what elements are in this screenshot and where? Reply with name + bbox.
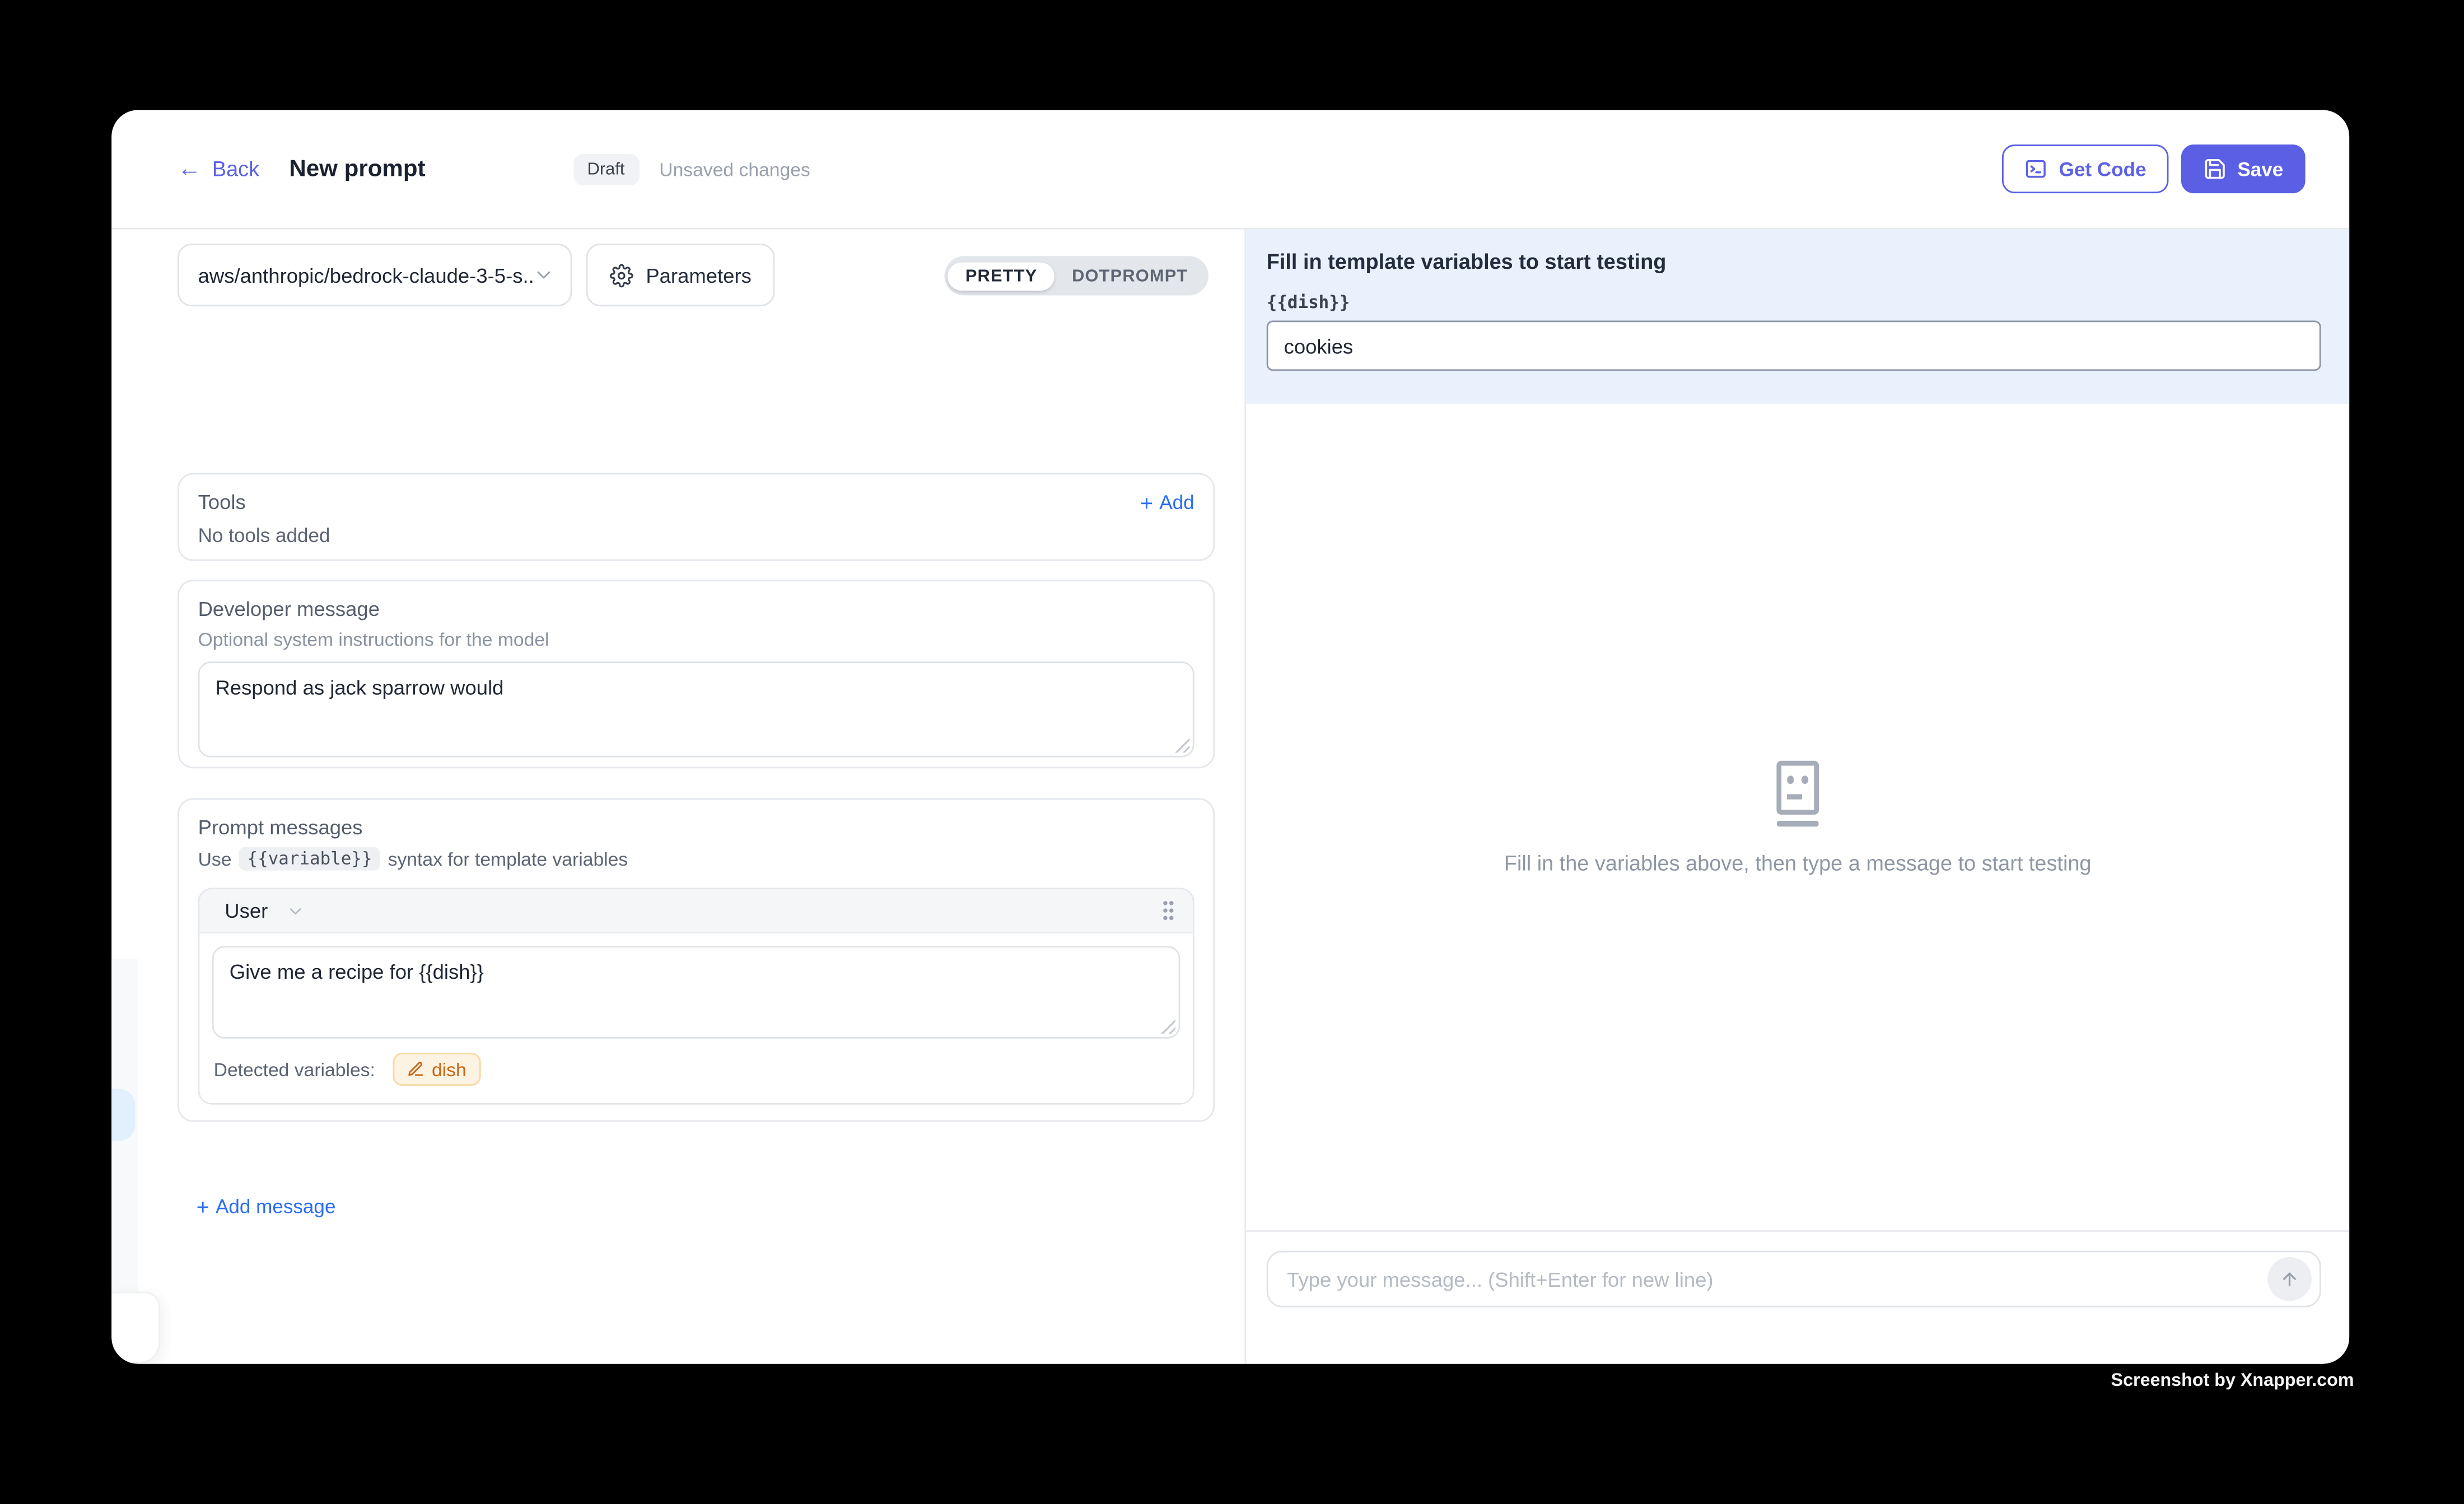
tools-title: Tools (198, 491, 246, 514)
back-arrow-icon: ← (178, 157, 201, 181)
message-header: User (199, 889, 1192, 933)
role-value: User (225, 899, 268, 922)
add-tool-button[interactable]: + Add (1140, 491, 1194, 513)
hint-suffix: syntax for template variables (388, 848, 628, 870)
model-row: aws/anthropic/bedrock-claude-3-5-s... Pa… (178, 244, 775, 306)
chevron-down-icon (533, 264, 554, 286)
developer-message-title: Developer message (198, 597, 1194, 620)
model-selector[interactable]: aws/anthropic/bedrock-claude-3-5-s... (178, 244, 572, 306)
chat-divider (1246, 1230, 2349, 1232)
prompt-editor-panel: aws/anthropic/bedrock-claude-3-5-s... Pa… (111, 230, 1246, 1364)
chevron-down-icon (287, 901, 306, 920)
parameters-button[interactable]: Parameters (586, 244, 775, 306)
message-textarea[interactable]: Give me a recipe for {{dish}} (212, 946, 1180, 1039)
pencil-icon (407, 1061, 424, 1078)
empty-state: Fill in the variables above, then type a… (1246, 756, 2349, 875)
back-label: Back (212, 157, 259, 181)
send-button[interactable] (2267, 1257, 2312, 1301)
toggle-pretty[interactable]: PRETTY (948, 261, 1054, 290)
save-icon (2203, 157, 2227, 181)
message-field-wrap: Give me a recipe for {{dish}} (212, 946, 1180, 1039)
corner-panel-fragment (111, 1292, 160, 1364)
resize-grip-icon[interactable] (1161, 1020, 1175, 1034)
parameters-label: Parameters (646, 263, 752, 287)
terminal-icon (2024, 157, 2048, 181)
add-message-label: Add message (216, 1195, 335, 1217)
developer-message-subtitle: Optional system instructions for the mod… (198, 628, 1194, 650)
model-selector-value: aws/anthropic/bedrock-claude-3-5-s... (198, 263, 533, 287)
tester-title: Fill in template variables to start test… (1267, 250, 2321, 273)
status-badge: Draft (573, 153, 638, 185)
template-variables-panel: Fill in template variables to start test… (1246, 230, 2349, 404)
chat-input-row (1267, 1251, 2321, 1307)
watermark-text: Screenshot by Xnapper.com (2111, 1372, 2354, 1391)
tools-card: Tools + Add No tools added (178, 473, 1215, 561)
prompt-messages-title: Prompt messages (198, 815, 1194, 839)
drag-handle-icon[interactable] (1160, 899, 1177, 922)
view-mode-toggle: PRETTY DOTPROMPT (945, 256, 1208, 295)
sidebar-highlight-fragment (111, 1089, 135, 1141)
detected-variables-row: Detected variables: dish (212, 1053, 1180, 1086)
plus-icon: + (1140, 491, 1153, 513)
header: ← Back New prompt Draft Unsaved changes … (111, 110, 2349, 229)
message-block: User Give me a recipe for {{dish}} Detec… (198, 888, 1194, 1104)
chat-message-input[interactable] (1287, 1267, 2267, 1291)
resize-grip-icon[interactable] (1175, 739, 1189, 753)
variable-chip: {{variable}} (239, 847, 380, 870)
app-window: ← Back New prompt Draft Unsaved changes … (111, 110, 2349, 1363)
add-message-button[interactable]: + Add message (197, 1195, 336, 1217)
get-code-button[interactable]: Get Code (2003, 144, 2168, 193)
variable-syntax-hint: Use {{variable}} syntax for template var… (198, 847, 1194, 870)
message-body: Give me a recipe for {{dish}} Detected v… (199, 933, 1192, 1103)
role-selector[interactable]: User (225, 899, 305, 922)
developer-message-field-wrap: Respond as jack sparrow would (198, 661, 1194, 757)
variable-name-label: {{dish}} (1267, 292, 2321, 312)
screenshot-stage: ← Back New prompt Draft Unsaved changes … (0, 0, 2464, 1503)
save-label: Save (2237, 158, 2283, 180)
unsaved-changes-text: Unsaved changes (659, 158, 810, 180)
developer-message-card: Developer message Optional system instru… (178, 580, 1215, 768)
detected-variables-label: Detected variables: (214, 1058, 375, 1080)
page-title: New prompt (289, 156, 425, 183)
tester-panel: Fill in template variables to start test… (1246, 230, 2349, 1364)
tools-empty-text: No tools added (198, 525, 1194, 547)
robot-face-icon (1763, 756, 1832, 832)
arrow-up-icon (2279, 1268, 2300, 1290)
toggle-dotprompt[interactable]: DOTPROMPT (1054, 261, 1205, 290)
variable-badge-dish[interactable]: dish (393, 1053, 480, 1086)
developer-message-textarea[interactable]: Respond as jack sparrow would (198, 661, 1194, 757)
back-button[interactable]: ← Back (178, 157, 259, 181)
variable-value-input[interactable] (1267, 320, 2321, 371)
save-button[interactable]: Save (2181, 144, 2305, 193)
prompt-messages-card: Prompt messages Use {{variable}} syntax … (178, 798, 1215, 1122)
gear-icon (610, 263, 633, 287)
add-tool-label: Add (1159, 491, 1194, 513)
get-code-label: Get Code (2059, 158, 2146, 180)
variable-badge-label: dish (432, 1058, 466, 1080)
empty-state-text: Fill in the variables above, then type a… (1504, 852, 2092, 875)
plus-icon: + (197, 1195, 209, 1217)
hint-prefix: Use (198, 848, 232, 870)
